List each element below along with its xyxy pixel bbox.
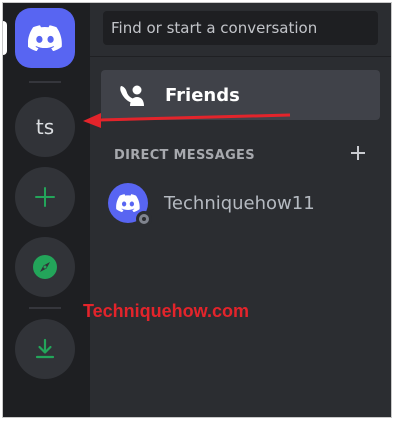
explore-servers-button[interactable] (15, 237, 75, 297)
search-input[interactable]: Find or start a conversation (103, 11, 378, 45)
plus-icon (35, 187, 55, 207)
direct-messages-header: DIRECT MESSAGES (114, 148, 255, 163)
friends-button[interactable]: Friends (101, 70, 380, 120)
download-icon (35, 338, 55, 359)
download-apps-button[interactable] (15, 319, 75, 379)
offline-status-icon (136, 211, 152, 227)
discord-window: ts Find or start a conversation Friends … (2, 2, 392, 418)
compass-icon (33, 255, 57, 279)
plus-icon (351, 146, 365, 160)
discord-logo-icon (28, 25, 62, 51)
avatar (108, 183, 152, 227)
dm-username: Techniquehow11 (164, 192, 315, 214)
rail-separator (29, 307, 61, 309)
add-server-button[interactable] (15, 167, 75, 227)
server-ts[interactable]: ts (15, 97, 75, 157)
server-rail: ts (3, 3, 90, 417)
discord-logo-icon (116, 194, 140, 212)
rail-separator (29, 81, 61, 83)
selected-indicator (3, 21, 7, 55)
server-ts-label: ts (35, 115, 55, 139)
watermark-text: Techniquehow.com (83, 301, 250, 321)
dm-list-item[interactable]: Techniquehow11 (108, 181, 380, 227)
dm-panel: Find or start a conversation Friends DIR… (90, 3, 391, 417)
header-divider (90, 56, 391, 57)
friends-icon (120, 85, 144, 106)
friends-label: Friends (165, 84, 240, 106)
create-dm-button[interactable] (348, 145, 368, 165)
home-button[interactable] (15, 8, 75, 68)
